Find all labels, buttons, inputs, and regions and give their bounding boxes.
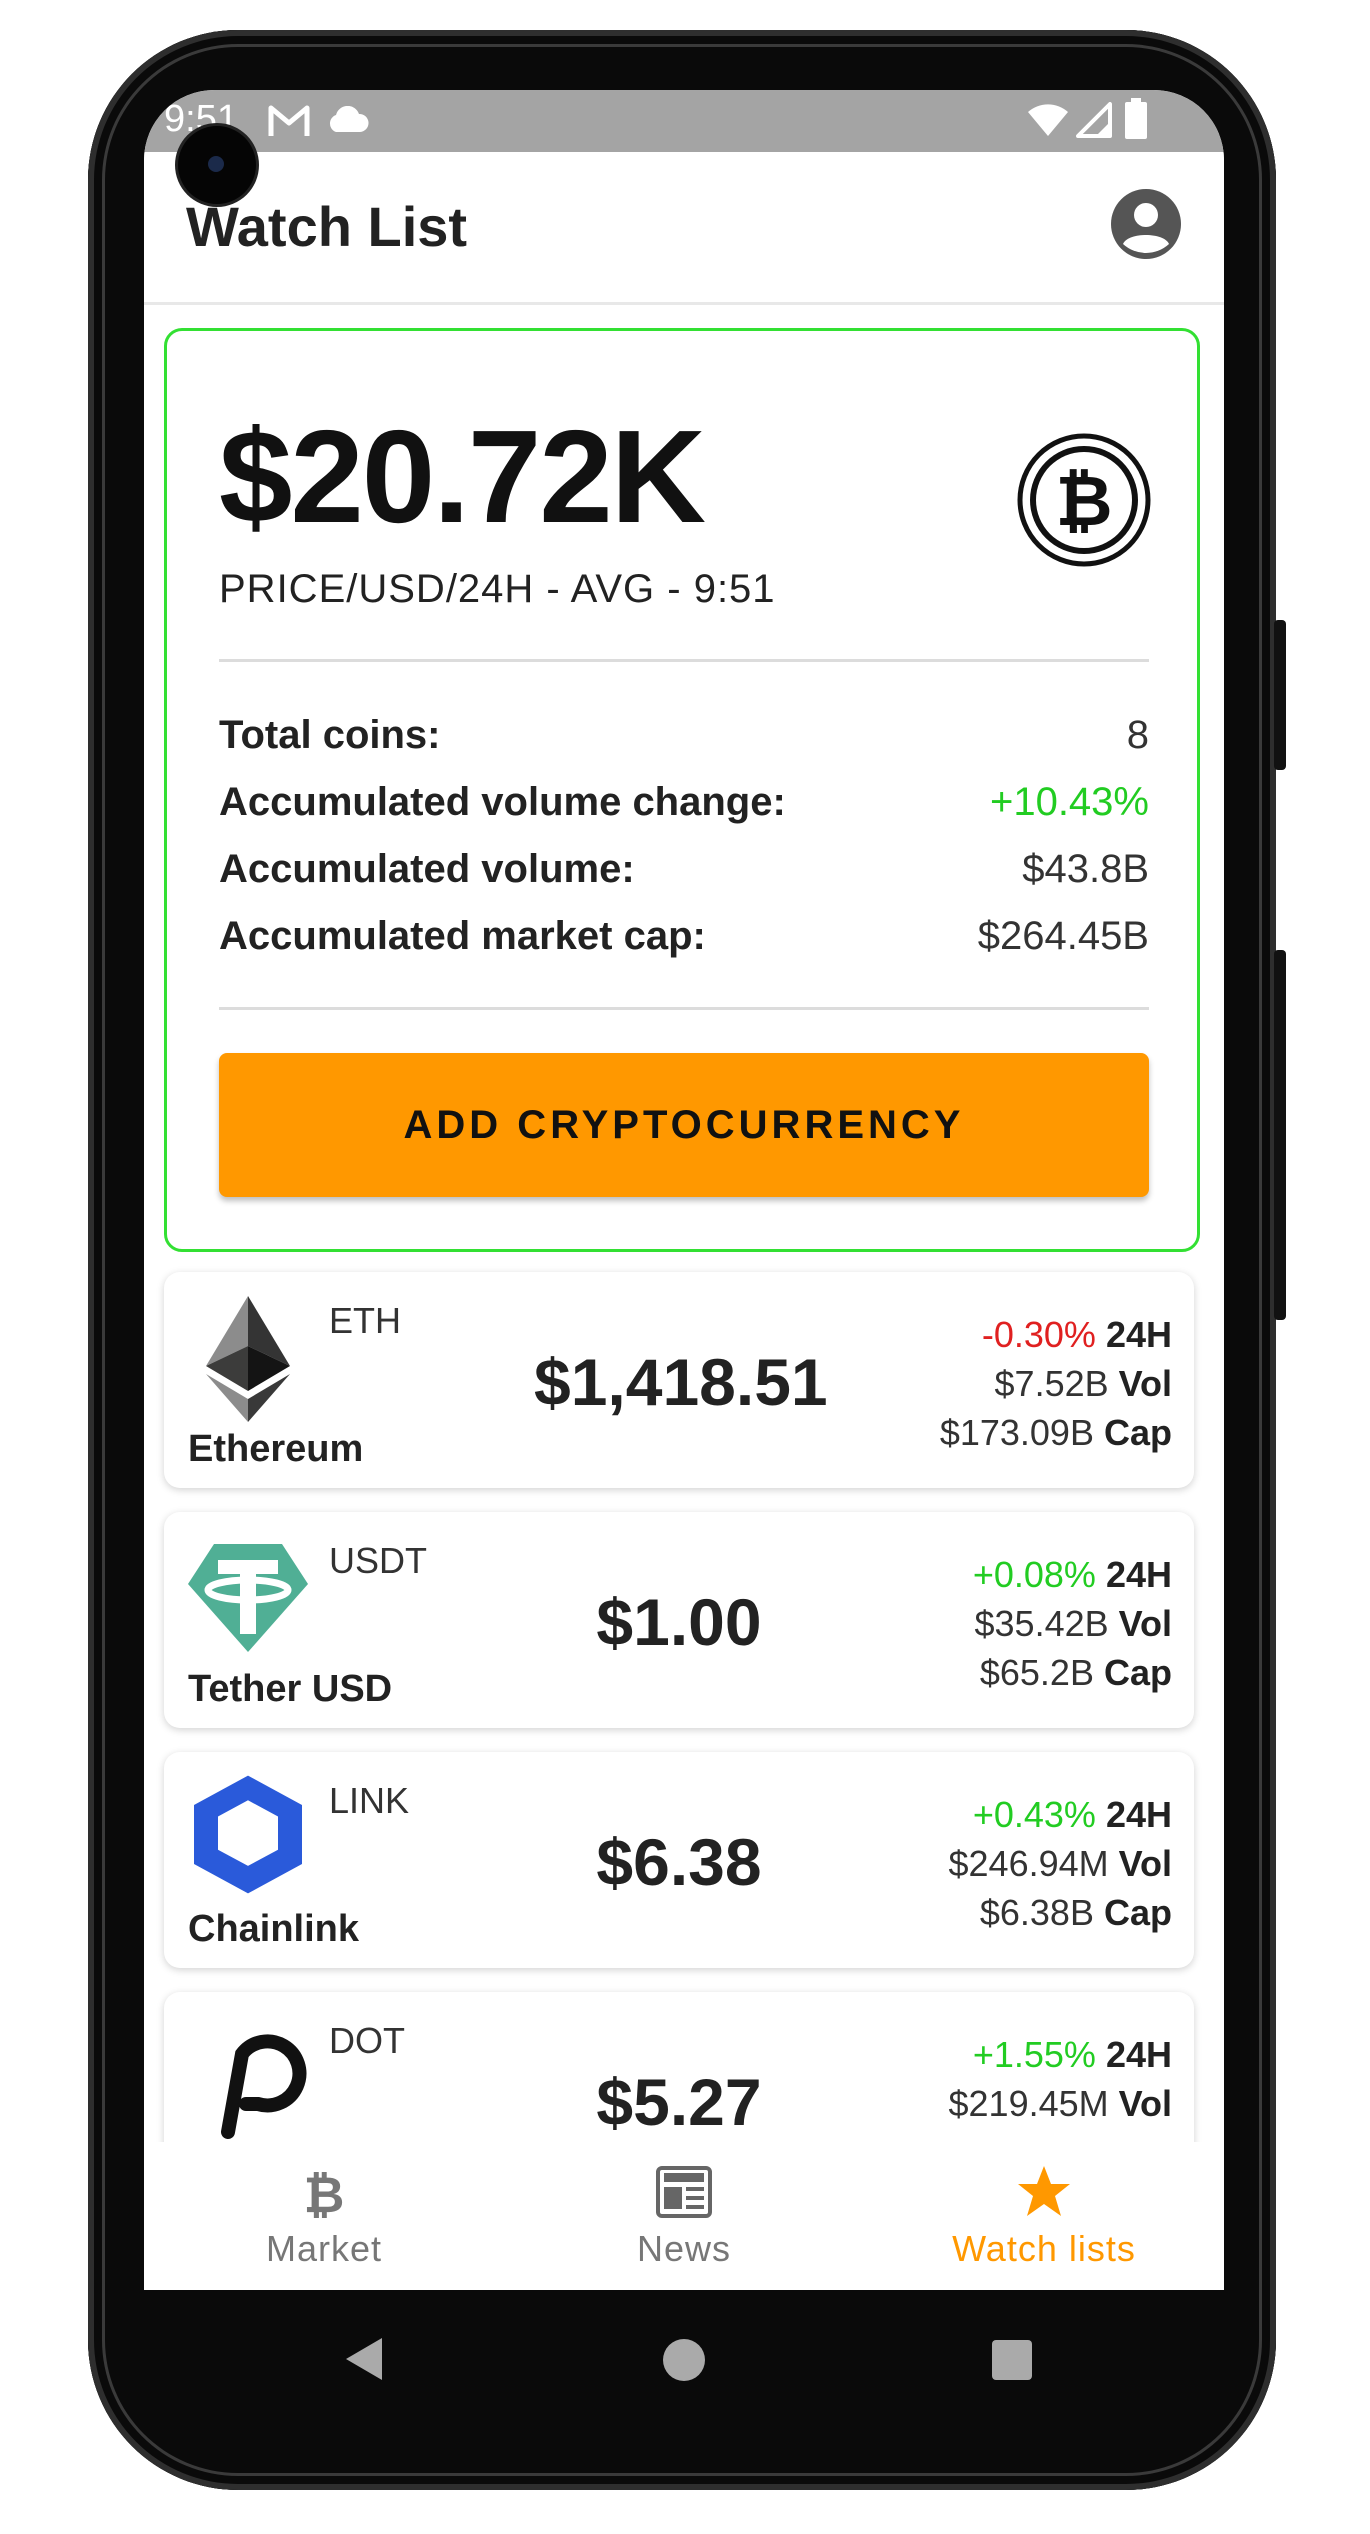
change-label: 24H bbox=[1105, 1554, 1172, 1595]
cap-label: Cap bbox=[1103, 1652, 1172, 1693]
coin-volume: $35.42B bbox=[974, 1603, 1109, 1644]
account-icon[interactable] bbox=[1110, 188, 1182, 260]
stat-label: Total coins: bbox=[219, 713, 441, 757]
add-cryptocurrency-button[interactable]: ADD CRYPTOCURRENCY bbox=[219, 1053, 1149, 1197]
coin-card-usdt[interactable]: USDT Tether USD $1.00 +0.08% 24H $35.42B… bbox=[164, 1512, 1194, 1728]
summary-card: $20.72K PRICE/USD/24H - AVG - 9:51 ₿ Tot… bbox=[164, 328, 1200, 1252]
coin-stats: +0.43% 24H $246.94M Vol $6.38B Cap bbox=[949, 1790, 1172, 1937]
divider bbox=[219, 659, 1149, 662]
nav-news[interactable]: News bbox=[504, 2142, 864, 2290]
nav-watch-lists[interactable]: Watch lists bbox=[864, 2142, 1224, 2290]
coin-cap: $173.09B bbox=[939, 1412, 1094, 1453]
recents-icon[interactable] bbox=[992, 2340, 1032, 2380]
coin-volume: $219.45M bbox=[948, 2083, 1109, 2124]
stat-label: Accumulated market cap: bbox=[219, 914, 706, 958]
star-icon bbox=[1018, 2166, 1070, 2216]
stat-accumulated-volume: Accumulated volume: $43.8B bbox=[219, 847, 1149, 907]
stat-value: 8 bbox=[1126, 713, 1149, 757]
chainlink-logo-icon bbox=[194, 1775, 302, 1894]
coin-stats: -0.30% 24H $7.52B Vol $173.09B Cap bbox=[940, 1310, 1172, 1457]
tether-logo-icon bbox=[188, 1544, 308, 1652]
volume-button bbox=[1274, 950, 1286, 1320]
svg-text:₿: ₿ bbox=[304, 2166, 345, 2220]
cloud-icon bbox=[330, 106, 369, 132]
coin-card-eth[interactable]: ETH Ethereum $1,418.51 -0.30% 24H $7.52B… bbox=[164, 1272, 1194, 1488]
coin-cap: $6.38B bbox=[979, 1892, 1094, 1933]
bitcoin-badge-icon: ₿ bbox=[1017, 433, 1151, 567]
signal-icon bbox=[1076, 102, 1112, 138]
coin-price: $1,418.51 bbox=[534, 1345, 828, 1419]
page-title: Watch List bbox=[186, 195, 468, 258]
stat-value: +10.43% bbox=[989, 780, 1149, 824]
ethereum-logo-icon bbox=[206, 1296, 290, 1422]
coin-volume: $7.52B bbox=[994, 1363, 1109, 1404]
coin-name: Ethereum bbox=[188, 1428, 364, 1470]
change-label: 24H bbox=[1105, 1794, 1172, 1835]
nav-label: News bbox=[636, 2228, 732, 2269]
coin-price: $1.00 bbox=[596, 1585, 762, 1659]
stat-label: Accumulated volume: bbox=[219, 847, 635, 891]
stat-label: Accumulated volume change: bbox=[219, 780, 786, 824]
coin-cap: $65.2B bbox=[979, 1652, 1094, 1693]
nav-market[interactable]: ₿ Market bbox=[144, 2142, 504, 2290]
coin-price: $5.27 bbox=[596, 2065, 762, 2139]
average-price: $20.72K bbox=[219, 403, 706, 550]
volume-label: Vol bbox=[1118, 2083, 1172, 2124]
newspaper-icon bbox=[656, 2166, 712, 2218]
power-button bbox=[1274, 620, 1286, 770]
system-navigation-bar bbox=[144, 2290, 1224, 2430]
stat-value: $43.8B bbox=[1022, 847, 1149, 891]
volume-label: Vol bbox=[1118, 1363, 1172, 1404]
coin-change: +0.43% bbox=[972, 1794, 1096, 1835]
coin-price: $6.38 bbox=[596, 1825, 762, 1899]
cap-label: Cap bbox=[1103, 1412, 1172, 1453]
nav-label: Market bbox=[265, 2228, 383, 2269]
screen: 9:51 Watch List $20.72K PRICE/USD/24H - … bbox=[144, 90, 1224, 2290]
wifi-icon bbox=[1028, 104, 1068, 136]
volume-label: Vol bbox=[1118, 1603, 1172, 1644]
volume-label: Vol bbox=[1118, 1843, 1172, 1884]
coin-symbol: USDT bbox=[329, 1540, 427, 1581]
coin-symbol: ETH bbox=[329, 1300, 401, 1341]
front-camera bbox=[178, 126, 256, 204]
cap-label: Cap bbox=[1103, 1892, 1172, 1933]
home-icon[interactable] bbox=[662, 2338, 706, 2382]
battery-icon bbox=[1125, 98, 1147, 139]
price-subtitle: PRICE/USD/24H - AVG - 9:51 bbox=[219, 567, 776, 611]
coin-name: Tether USD bbox=[188, 1668, 393, 1710]
change-label: 24H bbox=[1105, 1314, 1172, 1355]
coin-name: Chainlink bbox=[188, 1908, 360, 1950]
status-bar: 9:51 bbox=[144, 90, 1224, 152]
coin-change: +1.55% bbox=[972, 2034, 1096, 2075]
bitcoin-icon: ₿ bbox=[304, 2166, 345, 2220]
coin-symbol: DOT bbox=[329, 2020, 405, 2061]
nav-label: Watch lists bbox=[952, 2228, 1136, 2269]
back-icon[interactable] bbox=[344, 2336, 384, 2382]
gmail-icon bbox=[268, 105, 310, 136]
stat-market-cap: Accumulated market cap: $264.45B bbox=[219, 914, 1149, 974]
coin-stats: +0.08% 24H $35.42B Vol $65.2B Cap bbox=[973, 1550, 1172, 1697]
change-label: 24H bbox=[1105, 2034, 1172, 2075]
coin-symbol: LINK bbox=[329, 1780, 410, 1821]
coin-volume: $246.94M bbox=[948, 1843, 1109, 1884]
svg-text:₿: ₿ bbox=[1055, 460, 1112, 542]
polkadot-logo-icon bbox=[221, 2034, 307, 2139]
coin-change: +0.08% bbox=[972, 1554, 1096, 1595]
stat-value: $264.45B bbox=[977, 914, 1149, 958]
divider bbox=[219, 1007, 1149, 1010]
coin-change: -0.30% bbox=[981, 1314, 1096, 1355]
coin-card-link[interactable]: LINK Chainlink $6.38 +0.43% 24H $246.94M… bbox=[164, 1752, 1194, 1968]
bottom-navigation: ₿ Market News Watch lists bbox=[144, 2142, 1224, 2290]
stat-volume-change: Accumulated volume change: +10.43% bbox=[219, 780, 1149, 840]
coin-stats: +1.55% 24H $219.45M Vol bbox=[949, 2030, 1172, 2128]
stat-total-coins: Total coins: 8 bbox=[219, 713, 1149, 773]
app-bar: Watch List bbox=[144, 152, 1224, 305]
